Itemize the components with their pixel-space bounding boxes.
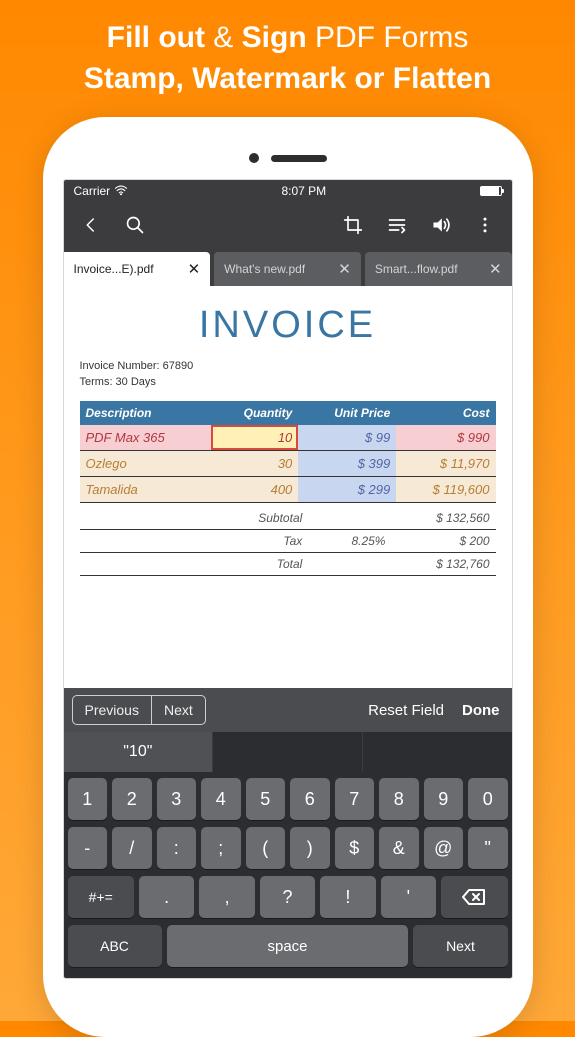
audio-button[interactable]: [420, 204, 462, 246]
cell-qty[interactable]: 30: [211, 450, 298, 476]
next-button[interactable]: Next: [152, 696, 205, 724]
key-row-2: -/:;()$&@": [68, 827, 508, 869]
key[interactable]: @: [424, 827, 464, 869]
totals-block: Subtotal$ 132,560 Tax8.25%$ 200 Total$ 1…: [80, 507, 496, 576]
key[interactable]: -: [68, 827, 108, 869]
key[interactable]: ): [290, 827, 330, 869]
carrier-label: Carrier: [74, 184, 111, 198]
cell-unit[interactable]: $ 99: [298, 425, 396, 451]
cell-unit[interactable]: $ 299: [298, 476, 396, 502]
battery-icon: [480, 186, 502, 196]
abc-key[interactable]: ABC: [68, 925, 162, 967]
cell-qty[interactable]: 400: [211, 476, 298, 502]
key[interactable]: 4: [201, 778, 241, 820]
keyboard-suggestions: "10": [64, 732, 512, 772]
tab-label: What's new.pdf: [224, 262, 305, 276]
key[interactable]: ?: [260, 876, 315, 918]
key[interactable]: !: [320, 876, 375, 918]
app-toolbar: [64, 202, 512, 248]
th-unit: Unit Price: [298, 401, 396, 425]
document-view[interactable]: INVOICE Invoice Number: 67890 Terms: 30 …: [64, 286, 512, 688]
tab-smartflow[interactable]: Smart...flow.pdf ✕: [365, 252, 512, 286]
close-icon[interactable]: ✕: [487, 258, 504, 280]
shift-key[interactable]: #+=: [68, 876, 134, 918]
key[interactable]: 9: [424, 778, 464, 820]
phone-earpiece: [249, 153, 327, 163]
tab-label: Smart...flow.pdf: [375, 262, 458, 276]
key[interactable]: 0: [468, 778, 508, 820]
key[interactable]: .: [139, 876, 194, 918]
tab-label: Invoice...E).pdf: [74, 262, 154, 276]
key[interactable]: ;: [201, 827, 241, 869]
cell-cost: $ 990: [396, 425, 495, 451]
cell-desc[interactable]: PDF Max 365: [80, 425, 211, 451]
cell-cost: $ 11,970: [396, 450, 495, 476]
key[interactable]: (: [246, 827, 286, 869]
key[interactable]: 8: [379, 778, 419, 820]
tab-invoice[interactable]: Invoice...E).pdf ✕: [64, 252, 211, 286]
cell-unit[interactable]: $ 399: [298, 450, 396, 476]
key[interactable]: 5: [246, 778, 286, 820]
th-qty: Quantity: [211, 401, 298, 425]
key[interactable]: ': [381, 876, 436, 918]
close-icon[interactable]: ✕: [336, 258, 353, 280]
key[interactable]: 2: [112, 778, 152, 820]
marketing-headline: Fill out & Sign PDF Forms Stamp, Waterma…: [0, 0, 575, 109]
status-bar: Carrier 8:07 PM: [64, 180, 512, 202]
more-button[interactable]: [464, 204, 506, 246]
key[interactable]: &: [379, 827, 419, 869]
table-row: Ozlego 30 $ 399 $ 11,970: [80, 450, 496, 476]
phone-frame: Carrier 8:07 PM Invoice...E).pdf: [43, 117, 533, 1037]
invoice-meta: Invoice Number: 67890 Terms: 30 Days: [80, 359, 496, 391]
key[interactable]: 3: [157, 778, 197, 820]
key[interactable]: 1: [68, 778, 108, 820]
form-nav-bar: Previous Next Reset Field Done: [64, 688, 512, 732]
key[interactable]: :: [157, 827, 197, 869]
key-row-3: #+= .,?!': [68, 876, 508, 918]
field-nav-segment: Previous Next: [72, 695, 206, 725]
th-desc: Description: [80, 401, 211, 425]
th-cost: Cost: [396, 401, 495, 425]
back-button[interactable]: [70, 204, 112, 246]
table-row: Tamalida 400 $ 299 $ 119,600: [80, 476, 496, 502]
clock: 8:07 PM: [281, 184, 326, 198]
keyboard: 1234567890 -/:;()$&@" #+= .,?!' ABC spac…: [64, 772, 512, 978]
invoice-table: Description Quantity Unit Price Cost PDF…: [80, 401, 496, 503]
key[interactable]: ": [468, 827, 508, 869]
tab-bar: Invoice...E).pdf ✕ What's new.pdf ✕ Smar…: [64, 248, 512, 286]
space-key[interactable]: space: [167, 925, 409, 967]
cell-desc[interactable]: Ozlego: [80, 450, 211, 476]
backspace-key[interactable]: [441, 876, 507, 918]
suggestion-1[interactable]: [213, 732, 363, 772]
search-button[interactable]: [114, 204, 156, 246]
done-button[interactable]: Done: [462, 702, 500, 719]
key-row-4: ABC space Next: [68, 925, 508, 967]
tab-whatsnew[interactable]: What's new.pdf ✕: [214, 252, 361, 286]
crop-button[interactable]: [332, 204, 374, 246]
key[interactable]: 7: [335, 778, 375, 820]
wifi-icon: [114, 184, 128, 198]
reset-field-button[interactable]: Reset Field: [368, 702, 444, 719]
key[interactable]: /: [112, 827, 152, 869]
close-icon[interactable]: ✕: [186, 258, 203, 280]
keyboard-next-key[interactable]: Next: [413, 925, 507, 967]
invoice-title: INVOICE: [80, 304, 496, 347]
suggestion-0[interactable]: "10": [64, 732, 214, 772]
key[interactable]: $: [335, 827, 375, 869]
previous-button[interactable]: Previous: [73, 696, 152, 724]
cell-desc[interactable]: Tamalida: [80, 476, 211, 502]
suggestion-2[interactable]: [363, 732, 512, 772]
cell-cost: $ 119,600: [396, 476, 495, 502]
cell-qty-active[interactable]: 10: [211, 425, 298, 451]
key[interactable]: ,: [199, 876, 254, 918]
key-row-1: 1234567890: [68, 778, 508, 820]
phone-screen: Carrier 8:07 PM Invoice...E).pdf: [63, 179, 513, 979]
table-row: PDF Max 365 10 $ 99 $ 990: [80, 425, 496, 451]
reflow-button[interactable]: [376, 204, 418, 246]
key[interactable]: 6: [290, 778, 330, 820]
